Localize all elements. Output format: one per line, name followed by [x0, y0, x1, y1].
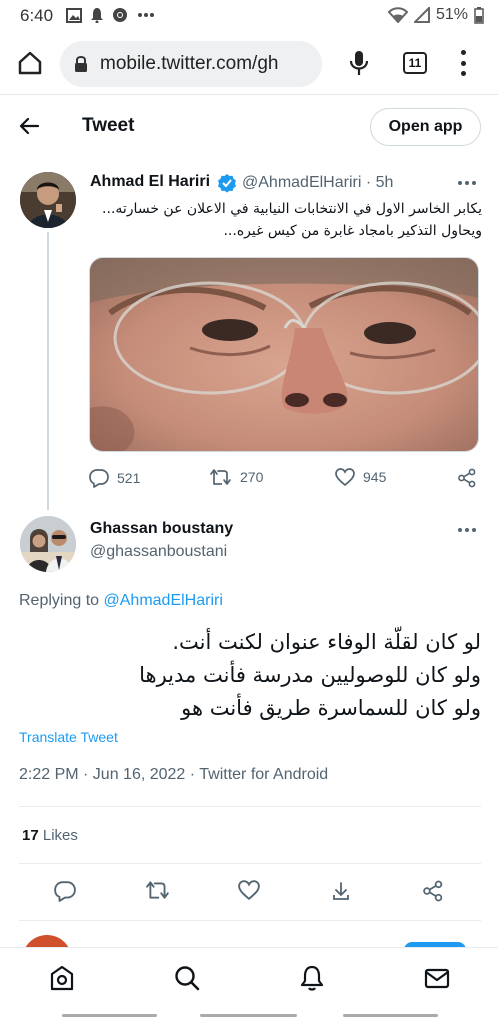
likes-label: Likes	[38, 827, 78, 844]
messages-mail-icon[interactable]	[423, 964, 451, 992]
url-text: mobile.twitter.com/gh	[100, 53, 279, 74]
likes-count: 17	[22, 827, 39, 844]
tweet-author-name[interactable]: Ahmad El Hariri	[90, 173, 210, 191]
page-title: Tweet	[82, 115, 135, 136]
status-notification-icons	[66, 7, 155, 23]
search-icon[interactable]	[173, 964, 201, 992]
tweet-page-header: Tweet Open app	[0, 94, 498, 160]
replying-to-line: Replying to @AhmadElHariri	[19, 592, 223, 610]
retweet-icon	[210, 469, 231, 485]
bell-icon	[91, 8, 103, 23]
bookmark-download-icon[interactable]	[330, 880, 352, 902]
status-bar: 6:40 51%	[0, 0, 498, 32]
image-icon	[66, 7, 82, 23]
battery-percent: 51%	[435, 6, 468, 23]
tweet-text: يكابر الخاسر الاول في الانتخابات النيابي…	[102, 201, 482, 239]
tabs-icon[interactable]: 11	[403, 52, 427, 74]
reply-action[interactable]: 521	[89, 468, 140, 488]
tweet-more-icon[interactable]	[458, 181, 476, 185]
retweet-action[interactable]: 270	[210, 468, 263, 486]
reply-author-avatar[interactable]	[20, 516, 76, 572]
reply-count: 521	[117, 470, 141, 486]
home-icon[interactable]	[16, 49, 44, 77]
translate-tweet-link[interactable]: Translate Tweet	[19, 729, 118, 745]
share-icon	[458, 468, 476, 488]
retweet-count: 270	[240, 469, 264, 485]
mic-icon[interactable]	[348, 49, 370, 77]
tweet-media-image[interactable]	[89, 257, 479, 452]
lock-icon	[75, 56, 87, 72]
heart-icon[interactable]	[238, 880, 260, 900]
verified-badge-icon	[218, 174, 236, 193]
back-arrow-icon[interactable]	[18, 115, 40, 137]
divider	[19, 920, 481, 921]
menu-icon[interactable]	[456, 48, 470, 78]
address-bar[interactable]: mobile.twitter.com/gh	[60, 41, 322, 87]
divider	[19, 863, 481, 864]
share-icon[interactable]	[422, 880, 444, 902]
thread-line	[47, 232, 49, 510]
replying-prefix: Replying to	[19, 592, 100, 609]
reply-author-name[interactable]: Ghassan boustany	[90, 520, 233, 538]
reply-more-icon[interactable]	[458, 528, 476, 532]
bottom-navigation	[0, 947, 498, 1009]
reply-icon	[89, 469, 109, 488]
share-action[interactable]	[457, 468, 477, 488]
tweet-author-handle[interactable]: @AhmadElHariri · 5h	[242, 174, 393, 192]
wifi-icon	[387, 7, 408, 23]
open-app-button[interactable]: Open app	[370, 108, 481, 146]
system-gesture-bar	[0, 1009, 498, 1024]
heart-icon	[335, 468, 355, 486]
divider	[19, 806, 481, 807]
likes-summary[interactable]: 17 Likes	[22, 827, 78, 844]
reply-author-handle[interactable]: @ghassanboustani	[90, 543, 227, 561]
more-icon	[138, 13, 154, 17]
signal-icon	[413, 7, 430, 23]
notifications-bell-icon[interactable]	[298, 964, 326, 992]
tweet-timestamp[interactable]: 2:22 PM · Jun 16, 2022 · Twitter for And…	[19, 766, 328, 784]
browser-toolbar: mobile.twitter.com/gh 11	[0, 32, 498, 94]
status-system-icons: 51%	[387, 6, 484, 24]
retweet-icon[interactable]	[146, 880, 170, 900]
author-avatar[interactable]	[20, 172, 76, 228]
home-icon[interactable]	[48, 964, 76, 992]
chrome-icon	[113, 8, 127, 22]
replying-to-link[interactable]: @AhmadElHariri	[104, 592, 223, 609]
tweet-action-bar: 521 270 945	[89, 468, 481, 492]
battery-icon	[474, 6, 484, 24]
like-count: 945	[363, 469, 387, 485]
status-time: 6:40	[20, 6, 54, 25]
reply-action-bar	[0, 880, 498, 910]
reply-text: لو كان لقلّة الوفاء عنوان لكنت أنت. ولو …	[139, 630, 481, 720]
like-action[interactable]: 945	[335, 468, 386, 486]
reply-icon[interactable]	[54, 880, 76, 902]
